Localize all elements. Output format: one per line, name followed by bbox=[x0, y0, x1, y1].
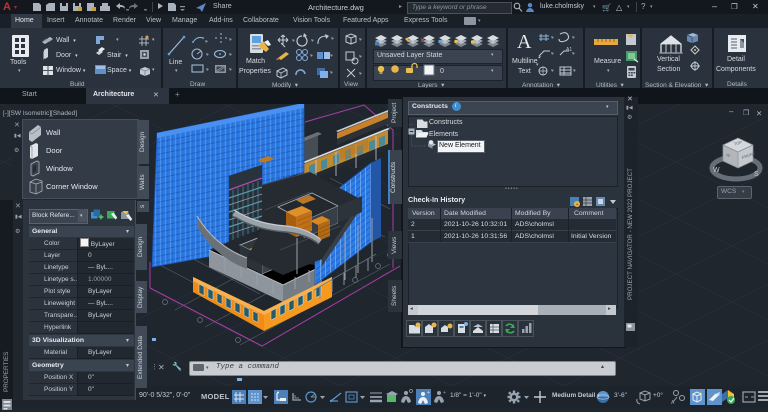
svg-text:A1: A1 bbox=[566, 47, 572, 53]
svg-text:W: W bbox=[713, 167, 720, 174]
svg-text:+: + bbox=[699, 391, 702, 397]
svg-text:S: S bbox=[754, 171, 759, 178]
svg-text:+: + bbox=[443, 390, 446, 396]
svg-text:+: + bbox=[427, 390, 430, 396]
